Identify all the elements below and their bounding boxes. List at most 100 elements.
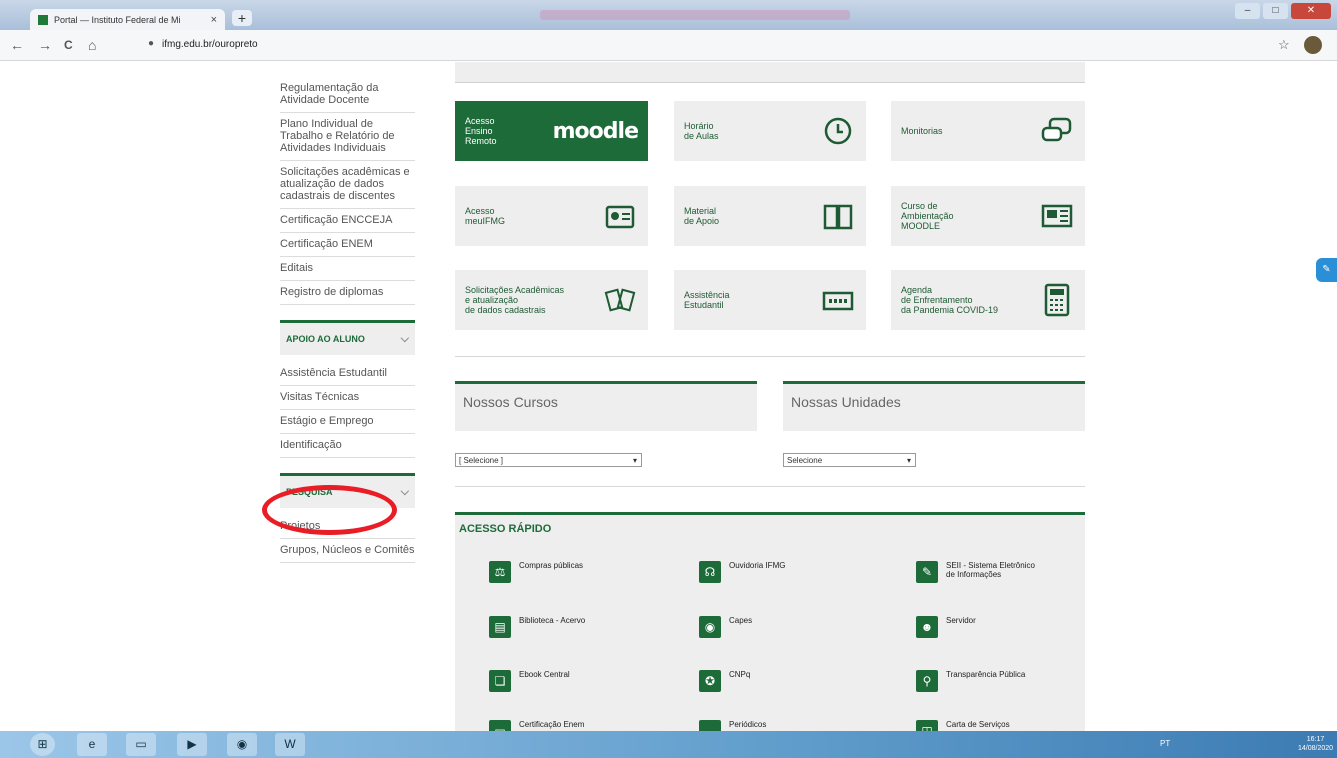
card-solicitacoes-academicas[interactable]: Solicitações Acadêmicas e atualização de… <box>455 270 648 330</box>
profile-avatar[interactable] <box>1304 36 1322 54</box>
windows-taskbar: ⊞ e ▭ ▶ ◉ W PT 16:17 14/08/2020 <box>0 731 1337 758</box>
quick-item-ebook[interactable]: ❏ Ebook Central <box>489 670 570 692</box>
sidebar-item-identificacao[interactable]: Identificação <box>280 434 415 458</box>
chevron-down-icon: ▾ <box>906 456 911 465</box>
tab-close-icon[interactable]: × <box>211 14 217 26</box>
nossas-unidades-panel: Nossas Unidades <box>783 381 1085 431</box>
unidades-select[interactable]: Selecione ▾ <box>783 453 916 467</box>
browser-title-bar: Portal — Instituto Federal de Mi × + – □… <box>0 0 1337 30</box>
moodle-logo: moodle <box>552 118 639 144</box>
quick-item-ouvidoria[interactable]: ☊ Ouvidoria IFMG <box>699 561 785 583</box>
sidebar-item-grupos[interactable]: Grupos, Núcleos e Comitês <box>280 539 415 563</box>
quick-item-label: Biblioteca - Acervo <box>519 616 586 625</box>
eye-icon: ◉ <box>699 616 721 638</box>
language-indicator[interactable]: PT <box>1160 739 1170 748</box>
taskbar-chrome-icon[interactable]: ◉ <box>227 733 257 756</box>
sidebar-link[interactable]: Plano Individual de Trabalho e Relatório… <box>280 113 415 161</box>
sidebar-link[interactable]: Registro de diplomas <box>280 281 415 305</box>
new-tab-button[interactable]: + <box>232 10 252 26</box>
quick-item-label: Ebook Central <box>519 670 570 679</box>
gavel-icon: ⚖ <box>489 561 511 583</box>
sidebar-link[interactable]: Certificação ENCCEJA <box>280 209 415 233</box>
minimize-button[interactable]: – <box>1235 3 1260 19</box>
divider <box>455 486 1085 487</box>
card-assistencia-estudantil[interactable]: Assistência Estudantil <box>674 270 866 330</box>
clock-date: 14/08/2020 <box>1298 745 1334 752</box>
quick-item-transparencia[interactable]: ⚲ Transparência Pública <box>916 670 1025 692</box>
card-label: Acesso Ensino Remoto <box>465 116 497 146</box>
card-horario-aulas[interactable]: Horário de Aulas <box>674 101 866 161</box>
sidebar-item-assistencia-estudantil[interactable]: Assistência Estudantil <box>280 355 415 386</box>
quick-item-label: Compras públicas <box>519 561 584 570</box>
quick-item-label: Servidor <box>946 616 976 625</box>
quick-item-compras[interactable]: ⚖ Compras públicas <box>489 561 583 583</box>
browser-tab[interactable]: Portal — Instituto Federal de Mi × <box>30 9 225 30</box>
taskbar-ie-icon[interactable]: e <box>77 733 107 756</box>
sidebar-link[interactable]: Certificação ENEM <box>280 233 415 257</box>
window-controls: – □ ✕ <box>1235 3 1331 19</box>
taskbar-word-icon[interactable]: W <box>275 733 305 756</box>
books-icon: ▤ <box>489 616 511 638</box>
quick-item-label: Certificação Enem <box>519 720 585 729</box>
quick-item-label: SEII - Sistema Eletrônico de Informações <box>946 561 1035 579</box>
back-icon[interactable]: ← <box>10 37 24 53</box>
lock-icon: ● <box>148 38 155 49</box>
card-label: Horário de Aulas <box>684 121 719 141</box>
address-bar-row: ← → C ⌂ ● ifmg.edu.br/ouropreto ☆ <box>0 30 1337 61</box>
close-window-button[interactable]: ✕ <box>1291 3 1331 19</box>
sidebar-link[interactable]: Editais <box>280 257 415 281</box>
card-acesso-meuifmg[interactable]: Acesso meuIFMG <box>455 186 648 246</box>
panel-title: Nossos Cursos <box>463 394 558 410</box>
quick-item-servidor[interactable]: ☻ Servidor <box>916 616 976 638</box>
highlight-annotation <box>262 485 397 535</box>
document-edit-icon: ✎ <box>916 561 938 583</box>
start-button[interactable]: ⊞ <box>30 733 55 756</box>
window-title-blur <box>540 10 850 20</box>
url-text[interactable]: ifmg.edu.br/ouropreto <box>162 39 258 50</box>
sidebar-item-estagio-emprego[interactable]: Estágio e Emprego <box>280 410 415 434</box>
bookmark-star-icon[interactable]: ☆ <box>1278 37 1290 53</box>
magnifier-icon: ⚲ <box>916 670 938 692</box>
card-label: Acesso meuIFMG <box>465 206 506 226</box>
chevron-down-icon[interactable]: ⌵ <box>401 486 409 499</box>
quick-item-biblioteca[interactable]: ▤ Biblioteca - Acervo <box>489 616 585 638</box>
card-material-apoio[interactable]: Material de Apoio <box>674 186 866 246</box>
forward-icon[interactable]: → <box>38 37 52 53</box>
apoio-ao-aluno-header[interactable]: APOIO AO ALUNO ⌵ <box>280 320 415 355</box>
reload-icon[interactable]: C <box>64 38 73 52</box>
card-monitorias[interactable]: Monitorias <box>891 101 1085 161</box>
clock-time: 16:17 <box>1306 736 1325 743</box>
accessibility-widget[interactable]: ✎ <box>1316 258 1337 282</box>
sidebar-link[interactable]: Solicitações acadêmicas e atualização de… <box>280 161 415 209</box>
open-book-icon <box>820 199 856 233</box>
system-clock[interactable]: 16:17 14/08/2020 <box>1298 735 1333 753</box>
quick-item-capes[interactable]: ◉ Capes <box>699 616 752 638</box>
quick-item-label: Ouvidoria IFMG <box>729 561 786 570</box>
card-curso-ambientacao[interactable]: Curso de Ambientação MOODLE <box>891 186 1085 246</box>
sidebar-item-visitas-tecnicas[interactable]: Visitas Técnicas <box>280 386 415 410</box>
card-label: Solicitações Acadêmicas e atualização de… <box>465 285 565 315</box>
maximize-button[interactable]: □ <box>1263 3 1288 19</box>
chevron-down-icon[interactable]: ⌵ <box>401 333 409 346</box>
quick-item-cnpq[interactable]: ✪ CNPq <box>699 670 750 692</box>
section-heading: APOIO AO ALUNO <box>286 334 365 344</box>
cnpq-icon: ✪ <box>699 670 721 692</box>
presentation-board-icon <box>1039 199 1075 233</box>
top-strip <box>455 62 1085 83</box>
cursos-select[interactable]: [ Selecione ] ▾ <box>455 453 642 467</box>
clock-icon <box>820 114 856 148</box>
home-icon[interactable]: ⌂ <box>88 37 96 53</box>
quick-item-seii[interactable]: ✎ SEII - Sistema Eletrônico de Informaçõ… <box>916 561 1035 583</box>
chevron-down-icon: ▾ <box>632 456 637 465</box>
card-label: Agenda de Enfrentamento da Pandemia COVI… <box>901 285 999 315</box>
quick-item-label: Periódicos <box>729 720 767 729</box>
headset-icon: ☊ <box>699 561 721 583</box>
taskbar-media-icon[interactable]: ▶ <box>177 733 207 756</box>
divider <box>455 356 1085 357</box>
taskbar-explorer-icon[interactable]: ▭ <box>126 733 156 756</box>
sidebar-link[interactable]: Regulamentação da Atividade Docente <box>280 62 415 113</box>
card-acesso-ensino-remoto[interactable]: Acesso Ensino Remoto moodle <box>455 101 648 161</box>
book-icon: ❏ <box>489 670 511 692</box>
address-bar[interactable] <box>140 35 1255 55</box>
card-agenda-covid[interactable]: Agenda de Enfrentamento da Pandemia COVI… <box>891 270 1085 330</box>
